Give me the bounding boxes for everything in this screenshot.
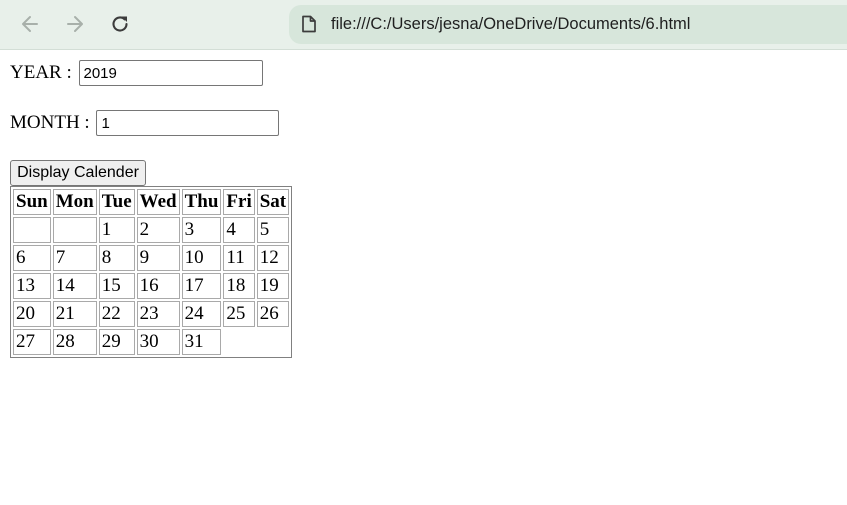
reload-icon bbox=[112, 16, 128, 32]
calendar-day-cell: 21 bbox=[52, 301, 97, 327]
calendar-day-cell: 9 bbox=[136, 245, 180, 271]
calendar-day-cell: 7 bbox=[52, 245, 97, 271]
calendar-week-row: 13 14 15 16 17 18 19 bbox=[13, 273, 290, 299]
calendar-day-cell: 19 bbox=[256, 273, 290, 299]
calendar-day-cell: 3 bbox=[181, 217, 222, 243]
weekday-header: Thu bbox=[181, 189, 222, 215]
calendar-day-cell: 26 bbox=[256, 301, 290, 327]
calendar-day-cell: 4 bbox=[223, 217, 255, 243]
calendar-day-cell: 12 bbox=[256, 245, 290, 271]
calendar-week-row: 27 28 29 30 31 bbox=[13, 329, 289, 355]
weekday-header: Wed bbox=[136, 189, 180, 215]
year-label: YEAR : bbox=[10, 62, 72, 83]
calendar-day-cell: 15 bbox=[98, 273, 135, 299]
calendar-day-cell: 6 bbox=[13, 245, 51, 271]
file-icon bbox=[302, 15, 316, 33]
calendar-day-cell: 22 bbox=[98, 301, 135, 327]
calendar-day-cell: 8 bbox=[98, 245, 135, 271]
weekday-header: Mon bbox=[52, 189, 97, 215]
calendar-day-cell: 28 bbox=[52, 329, 97, 355]
weekday-header: Sun bbox=[13, 189, 51, 215]
calendar-header-row: Sun Mon Tue Wed Thu Fri Sat bbox=[13, 189, 290, 215]
calendar-day-cell: 17 bbox=[181, 273, 222, 299]
calendar-day-cell: 16 bbox=[136, 273, 180, 299]
calendar-week-row: 1 2 3 4 5 bbox=[13, 217, 290, 243]
month-label: MONTH : bbox=[10, 112, 90, 133]
address-url: file:///C:/Users/jesna/OneDrive/Document… bbox=[331, 15, 691, 33]
browser-toolbar: file:///C:/Users/jesna/OneDrive/Document… bbox=[0, 0, 847, 50]
month-input[interactable] bbox=[96, 110, 280, 136]
calendar-table: Sun Mon Tue Wed Thu Fri Sat 1 2 3 4 5 6 … bbox=[10, 186, 293, 358]
address-bar[interactable]: file:///C:/Users/jesna/OneDrive/Document… bbox=[289, 5, 847, 44]
calendar-day-cell: 29 bbox=[98, 329, 135, 355]
weekday-header: Sat bbox=[256, 189, 290, 215]
forward-arrow-icon bbox=[67, 16, 83, 32]
calendar-week-row: 6 7 8 9 10 11 12 bbox=[13, 245, 290, 271]
back-button[interactable] bbox=[14, 8, 46, 40]
month-row: MONTH : bbox=[10, 110, 280, 136]
calendar-day-cell: 31 bbox=[181, 329, 222, 355]
calendar-day-cell: 30 bbox=[136, 329, 180, 355]
calendar-day-cell: 23 bbox=[136, 301, 180, 327]
calendar-day-cell: 13 bbox=[13, 273, 51, 299]
year-row: YEAR : bbox=[10, 60, 263, 86]
reload-button[interactable] bbox=[104, 8, 136, 40]
back-arrow-icon bbox=[22, 16, 38, 32]
calendar-day-cell: 18 bbox=[223, 273, 255, 299]
calendar-day-cell bbox=[13, 217, 51, 243]
weekday-header: Tue bbox=[98, 189, 135, 215]
calendar-day-cell: 24 bbox=[181, 301, 222, 327]
calendar-day-cell bbox=[52, 217, 97, 243]
year-input[interactable] bbox=[78, 60, 263, 86]
display-calendar-button[interactable]: Display Calender bbox=[10, 160, 146, 186]
weekday-header: Fri bbox=[223, 189, 255, 215]
calendar-day-cell: 10 bbox=[181, 245, 222, 271]
forward-button[interactable] bbox=[59, 8, 91, 40]
calendar-week-row: 20 21 22 23 24 25 26 bbox=[13, 301, 290, 327]
calendar-day-cell: 14 bbox=[52, 273, 97, 299]
calendar-day-cell: 27 bbox=[13, 329, 51, 355]
calendar-day-cell: 20 bbox=[13, 301, 51, 327]
calendar-day-cell: 11 bbox=[223, 245, 255, 271]
calendar-day-cell: 5 bbox=[256, 217, 290, 243]
calendar-day-cell: 1 bbox=[98, 217, 135, 243]
calendar-day-cell: 2 bbox=[136, 217, 180, 243]
calendar-day-cell: 25 bbox=[223, 301, 255, 327]
